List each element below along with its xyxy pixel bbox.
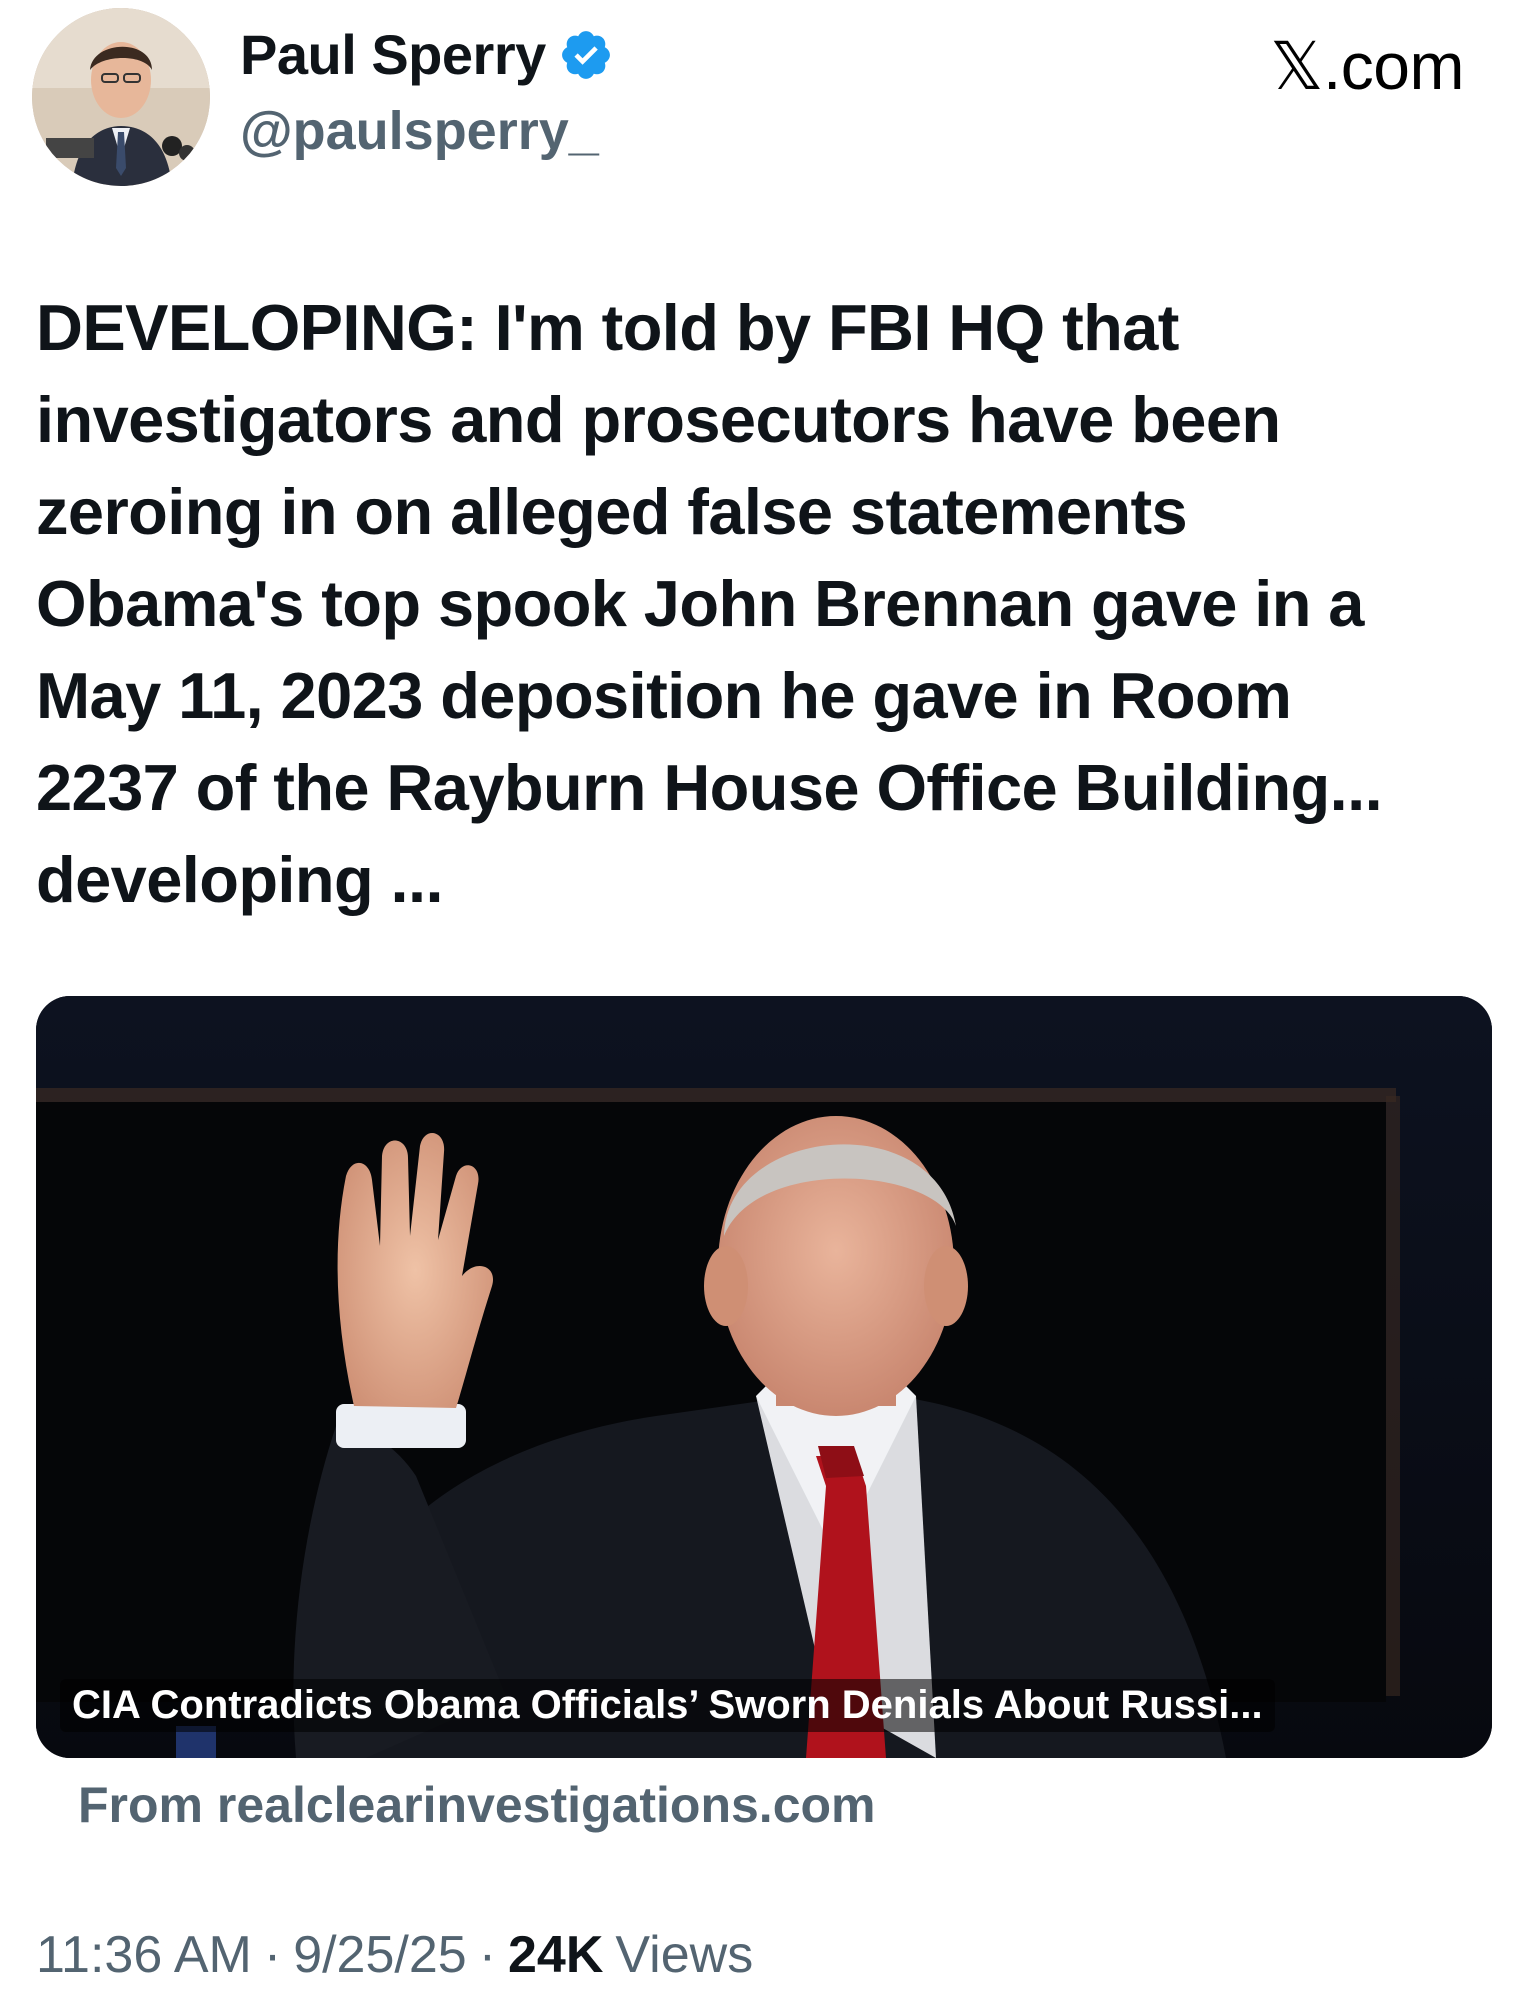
card-photo (36, 996, 1492, 1758)
tweet-container: Paul Sperry @paulsperry_ 𝕏.com DEVELOPIN… (0, 0, 1524, 2015)
author-name-row[interactable]: Paul Sperry (240, 22, 614, 87)
site-logo-label: 𝕏.com (1270, 29, 1464, 103)
tweet-line: 2237 of the Rayburn House Office Buildin… (36, 751, 1383, 824)
tweet-meta: 11:36 AM · 9/25/25 · 24K Views (36, 1925, 753, 1985)
views-label: Views (615, 1926, 754, 1984)
tweet-line: investigators and prosecutors have been (36, 383, 1281, 456)
tweet-line: zeroing in on alleged false statements (36, 475, 1188, 548)
tweet-line: Obama's top spook John Brennan gave in a (36, 567, 1364, 640)
tweet-body: DEVELOPING: I'm told by FBI HQ that inve… (36, 282, 1496, 926)
card-headline: CIA Contradicts Obama Officials’ Sworn D… (60, 1679, 1275, 1732)
author-display-name[interactable]: Paul Sperry (240, 22, 546, 87)
views-count: 24K (508, 1926, 604, 1984)
tweet-line: developing ... (36, 843, 444, 916)
meta-separator: · (478, 1926, 497, 1984)
tweet-date[interactable]: 9/25/25 (293, 1925, 467, 1985)
card-source-link[interactable]: From realclearinvestigations.com (78, 1776, 876, 1834)
tweet-time[interactable]: 11:36 AM (36, 1925, 252, 1985)
meta-separator: · (263, 1926, 282, 1984)
author-avatar[interactable] (32, 8, 210, 186)
avatar-photo (32, 8, 210, 186)
link-card-image[interactable]: CIA Contradicts Obama Officials’ Sworn D… (36, 996, 1492, 1758)
verified-badge-icon (558, 27, 614, 83)
tweet-line: May 11, 2023 deposition he gave in Room (36, 659, 1292, 732)
author-handle[interactable]: @paulsperry_ (240, 100, 599, 162)
tweet-line: DEVELOPING: I'm told by FBI HQ that (36, 291, 1179, 364)
